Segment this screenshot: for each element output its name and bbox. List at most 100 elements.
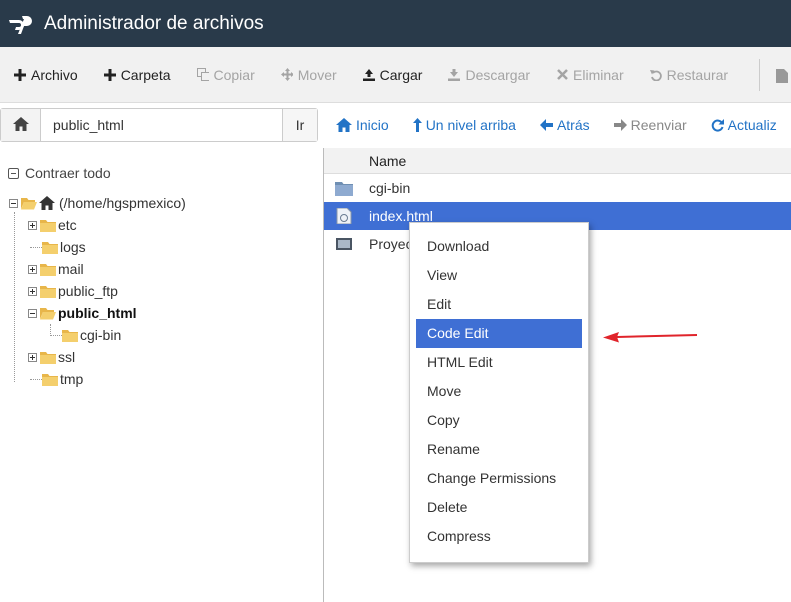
collapse-all-button[interactable]: Contraer todo (8, 165, 111, 181)
expand-node-icon[interactable] (28, 352, 37, 362)
open-folder-icon (21, 197, 37, 209)
tree-item-tmp[interactable]: tmp (30, 368, 83, 390)
go-button[interactable]: Ir (282, 109, 317, 141)
toolbar-divider (759, 59, 760, 91)
image-file-icon (336, 238, 352, 250)
menu-item-delete[interactable]: Delete (416, 493, 582, 522)
delete-button[interactable]: Eliminar (556, 67, 624, 83)
menu-item-move[interactable]: Move (416, 377, 582, 406)
new-folder-button[interactable]: Carpeta (103, 67, 171, 83)
menu-item-change-permissions[interactable]: Change Permissions (416, 464, 582, 493)
back-button[interactable]: Atrás (539, 117, 590, 133)
folder-icon (42, 241, 58, 254)
tree-item-etc[interactable]: etc (28, 214, 77, 236)
tree-item-mail[interactable]: mail (28, 258, 84, 280)
home-icon (39, 196, 55, 210)
tree-connector (30, 246, 42, 248)
tree-item-label: cgi-bin (80, 327, 122, 343)
collapse-node-icon[interactable] (9, 198, 18, 208)
home-label: Inicio (356, 117, 389, 133)
toolbar: Archivo Carpeta Copiar Mover Cargar Desc… (0, 47, 791, 103)
tree-item-public-html[interactable]: public_html (28, 302, 137, 324)
file-row[interactable]: cgi-bin (324, 174, 791, 202)
path-input[interactable] (41, 109, 282, 141)
forward-button[interactable]: Reenviar (613, 117, 687, 133)
menu-item-view[interactable]: View (416, 261, 582, 290)
tree-item-label: public_ftp (58, 283, 118, 299)
folder-icon (62, 329, 78, 342)
folder-icon (335, 182, 353, 196)
arrow-right-icon (613, 119, 627, 131)
name-column-header[interactable]: Name (369, 153, 406, 169)
file-name: cgi-bin (369, 180, 411, 196)
file-table-header: Name (324, 148, 791, 174)
directory-tree: Contraer todo (/home/hgspmexico) etc log… (0, 148, 323, 602)
download-icon (448, 68, 461, 81)
delete-label: Eliminar (573, 66, 624, 83)
upload-label: Cargar (379, 66, 423, 83)
upload-button[interactable]: Cargar (362, 66, 423, 83)
tree-item-public-ftp[interactable]: public_ftp (28, 280, 118, 302)
copy-button[interactable]: Copiar (196, 67, 255, 83)
refresh-icon (711, 118, 724, 132)
home-path-button[interactable] (1, 109, 41, 141)
forward-label: Reenviar (630, 117, 687, 133)
refresh-button[interactable]: Actualiz (711, 117, 777, 133)
cpanel-logo-icon (6, 13, 36, 35)
download-label: Descargar (465, 66, 531, 83)
collapse-all-label: Contraer todo (25, 165, 111, 181)
tree-root[interactable]: (/home/hgspmexico) (9, 192, 186, 214)
up-one-level-label: Un nivel arriba (425, 117, 516, 133)
tree-item-cgi-bin[interactable]: cgi-bin (50, 324, 121, 346)
restore-button[interactable]: Restaurar (649, 66, 729, 83)
folder-icon (40, 219, 56, 232)
level-up-icon (412, 118, 422, 132)
plus-icon (103, 68, 116, 81)
tree-root-label: (/home/hgspmexico) (59, 195, 186, 211)
app-title: Administrador de archivos (44, 12, 264, 34)
context-menu: Download View Edit Code Edit HTML Edit M… (409, 222, 589, 563)
app-header: Administrador de archivos (0, 0, 791, 47)
tree-item-label: logs (60, 239, 86, 255)
expand-node-icon[interactable] (28, 264, 37, 274)
close-icon (556, 69, 568, 81)
home-icon (336, 118, 352, 132)
tree-connector (30, 378, 42, 380)
folder-icon (40, 285, 56, 298)
tree-item-logs[interactable]: logs (30, 236, 86, 258)
collapse-node-icon[interactable] (28, 308, 37, 318)
tree-item-ssl[interactable]: ssl (28, 346, 75, 368)
home-button[interactable]: Inicio (336, 117, 389, 133)
html-file-icon (336, 208, 352, 224)
tree-item-label: ssl (58, 349, 76, 365)
tree-item-label: etc (58, 217, 77, 233)
menu-item-code-edit[interactable]: Code Edit (416, 319, 582, 348)
collapse-icon (8, 167, 19, 179)
tree-guide-line (14, 212, 15, 382)
restore-label: Restaurar (666, 66, 729, 83)
folder-icon (40, 263, 56, 276)
move-button[interactable]: Mover (280, 66, 337, 83)
new-file-button[interactable]: Archivo (14, 67, 78, 83)
menu-item-edit[interactable]: Edit (416, 290, 582, 319)
copy-icon (196, 68, 209, 81)
navigation-bar: Inicio Un nivel arriba Atrás Reenviar Ac… (336, 108, 791, 142)
download-button[interactable]: Descargar (448, 67, 530, 83)
document-icon[interactable] (776, 69, 788, 83)
move-label: Mover (297, 66, 337, 83)
menu-item-download[interactable]: Download (416, 232, 582, 261)
home-icon (12, 116, 29, 134)
menu-item-html-edit[interactable]: HTML Edit (416, 348, 582, 377)
menu-item-rename[interactable]: Rename (416, 435, 582, 464)
expand-node-icon[interactable] (28, 286, 37, 296)
tree-connector (50, 334, 62, 336)
open-folder-icon (40, 307, 56, 319)
arrow-left-icon (539, 119, 553, 131)
up-one-level-button[interactable]: Un nivel arriba (412, 117, 516, 133)
menu-item-copy[interactable]: Copy (416, 406, 582, 435)
tree-item-label: mail (58, 261, 84, 277)
folder-icon (40, 351, 56, 364)
refresh-label: Actualiz (727, 117, 777, 133)
expand-node-icon[interactable] (28, 220, 37, 230)
menu-item-compress[interactable]: Compress (416, 522, 582, 551)
